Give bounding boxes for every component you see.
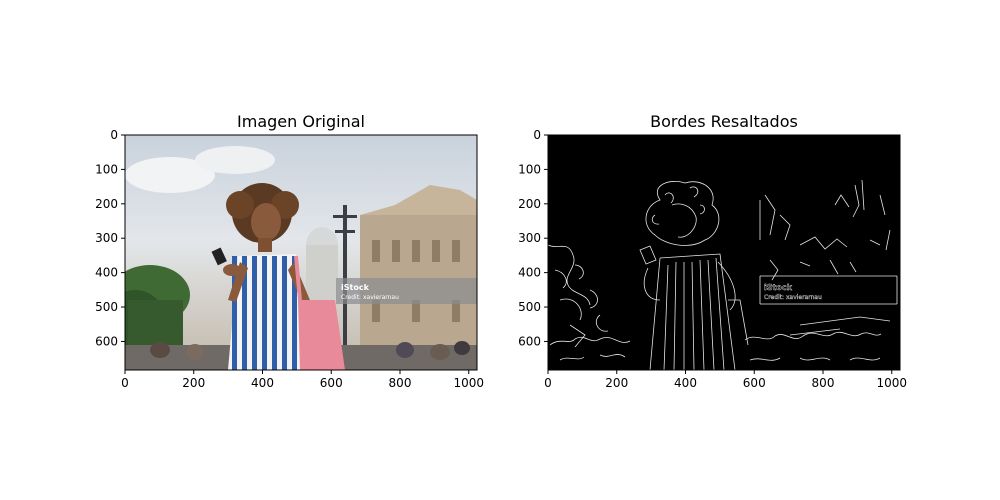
x-tick-label: 800: [812, 376, 835, 390]
figure: Imagen Original iStock Credit: xavierarn…: [95, 112, 907, 390]
y-tick-label: 100: [518, 162, 541, 176]
y-tick-label: 200: [518, 197, 541, 211]
panel-edges: Bordes Resaltados iStock Credit: xaviera…: [518, 112, 907, 390]
x-tick-label: 200: [182, 376, 205, 390]
y-tick-label: 200: [95, 197, 118, 211]
x-tick-label: 1000: [453, 376, 484, 390]
x-tick-label: 0: [121, 376, 129, 390]
y-tick-label: 600: [518, 334, 541, 348]
y-tick-label: 300: [518, 231, 541, 245]
x-tick-label: 600: [743, 376, 766, 390]
watermark-brand: iStock: [764, 283, 793, 292]
y-tick-label: 0: [533, 128, 541, 142]
watermark-credit: Credit: xavierarnau: [341, 294, 399, 301]
y-tick-label: 0: [110, 128, 118, 142]
x-tick-label: 400: [674, 376, 697, 390]
y-tick-label: 100: [95, 162, 118, 176]
y-tick-label: 600: [95, 334, 118, 348]
y-tick-label: 400: [95, 266, 118, 280]
x-tick-label: 1000: [876, 376, 907, 390]
watermark-credit: Credit: xavierarnau: [764, 294, 822, 301]
watermark-brand: iStock: [341, 283, 370, 292]
x-tick-label: 200: [605, 376, 628, 390]
x-tick-label: 800: [389, 376, 412, 390]
x-tick-label: 0: [544, 376, 552, 390]
original-photo: iStock Credit: xavierarnau: [125, 135, 477, 370]
y-tick-label: 500: [518, 300, 541, 314]
x-tick-label: 600: [320, 376, 343, 390]
edge-image: iStock Credit: xavierarnau: [548, 135, 900, 370]
x-tick-label: 400: [251, 376, 274, 390]
panel-title: Bordes Resaltados: [650, 112, 798, 131]
y-tick-label: 500: [95, 300, 118, 314]
panel-title: Imagen Original: [237, 112, 365, 131]
panel-original: Imagen Original iStock Credit: xavierarn…: [95, 112, 484, 390]
y-tick-label: 300: [95, 231, 118, 245]
y-tick-label: 400: [518, 266, 541, 280]
